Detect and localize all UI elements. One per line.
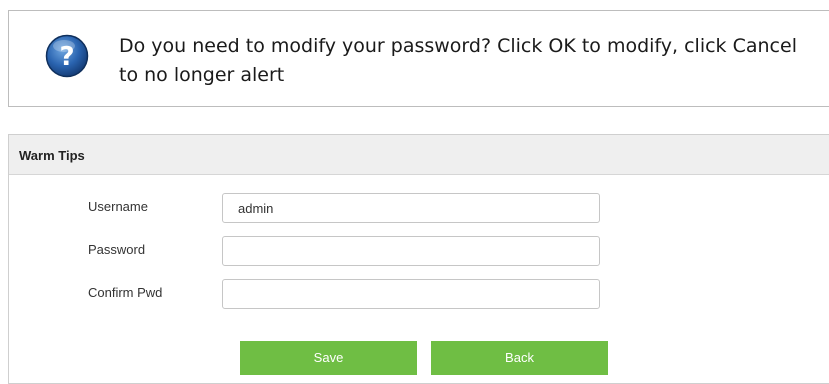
username-input[interactable] [222, 193, 600, 223]
confirm-pwd-row: Confirm Pwd [9, 279, 709, 309]
save-button[interactable]: Save [240, 341, 417, 375]
back-button[interactable]: Back [431, 341, 608, 375]
question-icon: ? [45, 34, 89, 78]
password-row: Password [9, 236, 709, 266]
warm-tips-panel: Warm Tips Username Password Confirm Pwd … [8, 134, 829, 384]
alert-box: ? Do you need to modify your password? C… [8, 10, 829, 107]
panel-title: Warm Tips [9, 135, 829, 175]
confirm-pwd-input[interactable] [222, 279, 600, 309]
username-label: Username [88, 199, 148, 214]
confirm-pwd-label: Confirm Pwd [88, 285, 163, 300]
password-input[interactable] [222, 236, 600, 266]
username-row: Username [9, 193, 709, 223]
password-label: Password [88, 242, 146, 257]
svg-text:?: ? [59, 42, 74, 72]
alert-message: Do you need to modify your password? Cli… [119, 35, 797, 86]
